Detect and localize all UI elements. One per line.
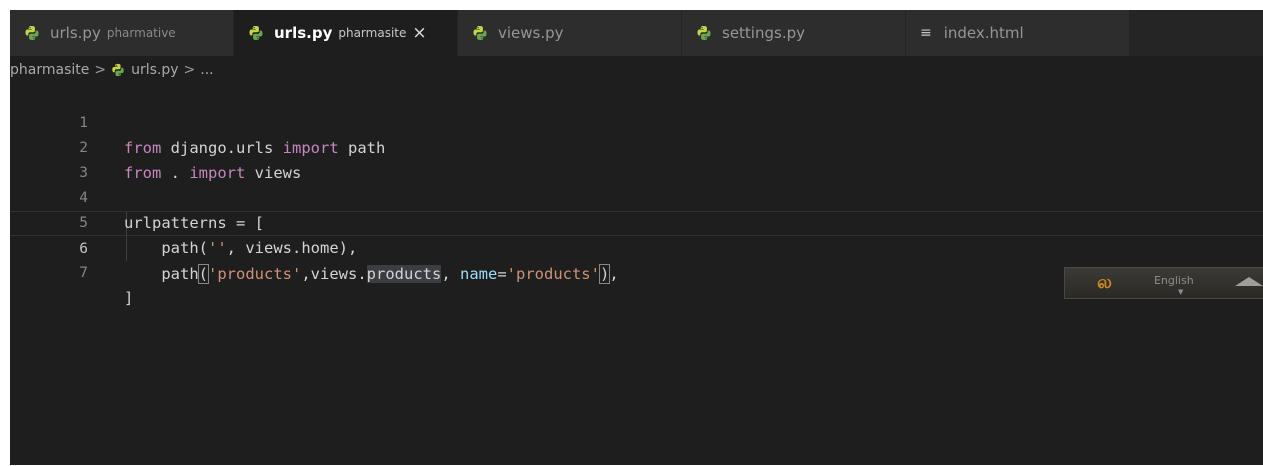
tab-filename: settings.py	[722, 24, 805, 42]
code-line-4[interactable]: 4 urlpatterns = [	[10, 161, 1263, 232]
close-icon[interactable]: ×	[412, 24, 426, 42]
tab-views[interactable]: views.py	[458, 10, 682, 56]
tab-index-html[interactable]: ≡ index.html	[906, 10, 1130, 56]
code-line-6[interactable]: 6 path('products',views.products, name='…	[10, 211, 1263, 284]
code-text: path('products',views.products, name='pr…	[124, 264, 619, 284]
python-icon	[473, 26, 487, 40]
language-bar[interactable]: ல English ▼	[1064, 267, 1263, 299]
code-line-3[interactable]: 3	[10, 136, 1263, 181]
code-line-2[interactable]: 2 from . import views	[10, 111, 1263, 182]
tab-urls-pharmative[interactable]: urls.py pharmative	[10, 10, 234, 56]
python-icon	[112, 63, 124, 77]
tab-description: pharmasite	[338, 26, 407, 40]
code-line-7[interactable]: 7 ]	[10, 236, 1263, 307]
code-line-1[interactable]: 1 from django.urls import path	[10, 86, 1263, 157]
breadcrumb-more[interactable]: ...	[200, 62, 213, 78]
python-icon	[249, 26, 263, 40]
code-line-5[interactable]: 5 path('', views.home),	[10, 186, 1263, 257]
tab-urls-pharmasite[interactable]: urls.py pharmasite ×	[234, 10, 458, 56]
line-number: 7	[79, 265, 88, 281]
language-label[interactable]: English	[1154, 274, 1194, 287]
language-glyph: ல	[1097, 271, 1112, 293]
tab-description: pharmative	[106, 26, 176, 40]
tab-bar: urls.py pharmative urls.py pharmasite × …	[10, 10, 1263, 56]
lines-icon: ≡	[920, 25, 932, 41]
python-icon	[25, 26, 39, 40]
tab-filename: urls.py	[50, 24, 101, 42]
tab-settings[interactable]: settings.py	[682, 10, 906, 56]
code-text: ]	[124, 289, 134, 307]
breadcrumb: pharmasite > urls.py > ...	[10, 56, 1263, 84]
tab-filename: index.html	[943, 24, 1024, 42]
python-icon	[697, 26, 711, 40]
breadcrumb-separator: >	[94, 62, 107, 78]
caret-down-icon[interactable]: ▼	[1178, 288, 1183, 296]
breadcrumb-folder[interactable]: pharmasite	[10, 62, 89, 78]
breadcrumb-separator: >	[183, 62, 196, 78]
tab-filename: views.py	[498, 24, 564, 42]
code-editor-window: urls.py pharmative urls.py pharmasite × …	[10, 10, 1263, 465]
tab-filename: urls.py	[274, 24, 333, 42]
eject-icon[interactable]	[1235, 277, 1263, 286]
breadcrumb-file[interactable]: urls.py	[131, 62, 178, 78]
